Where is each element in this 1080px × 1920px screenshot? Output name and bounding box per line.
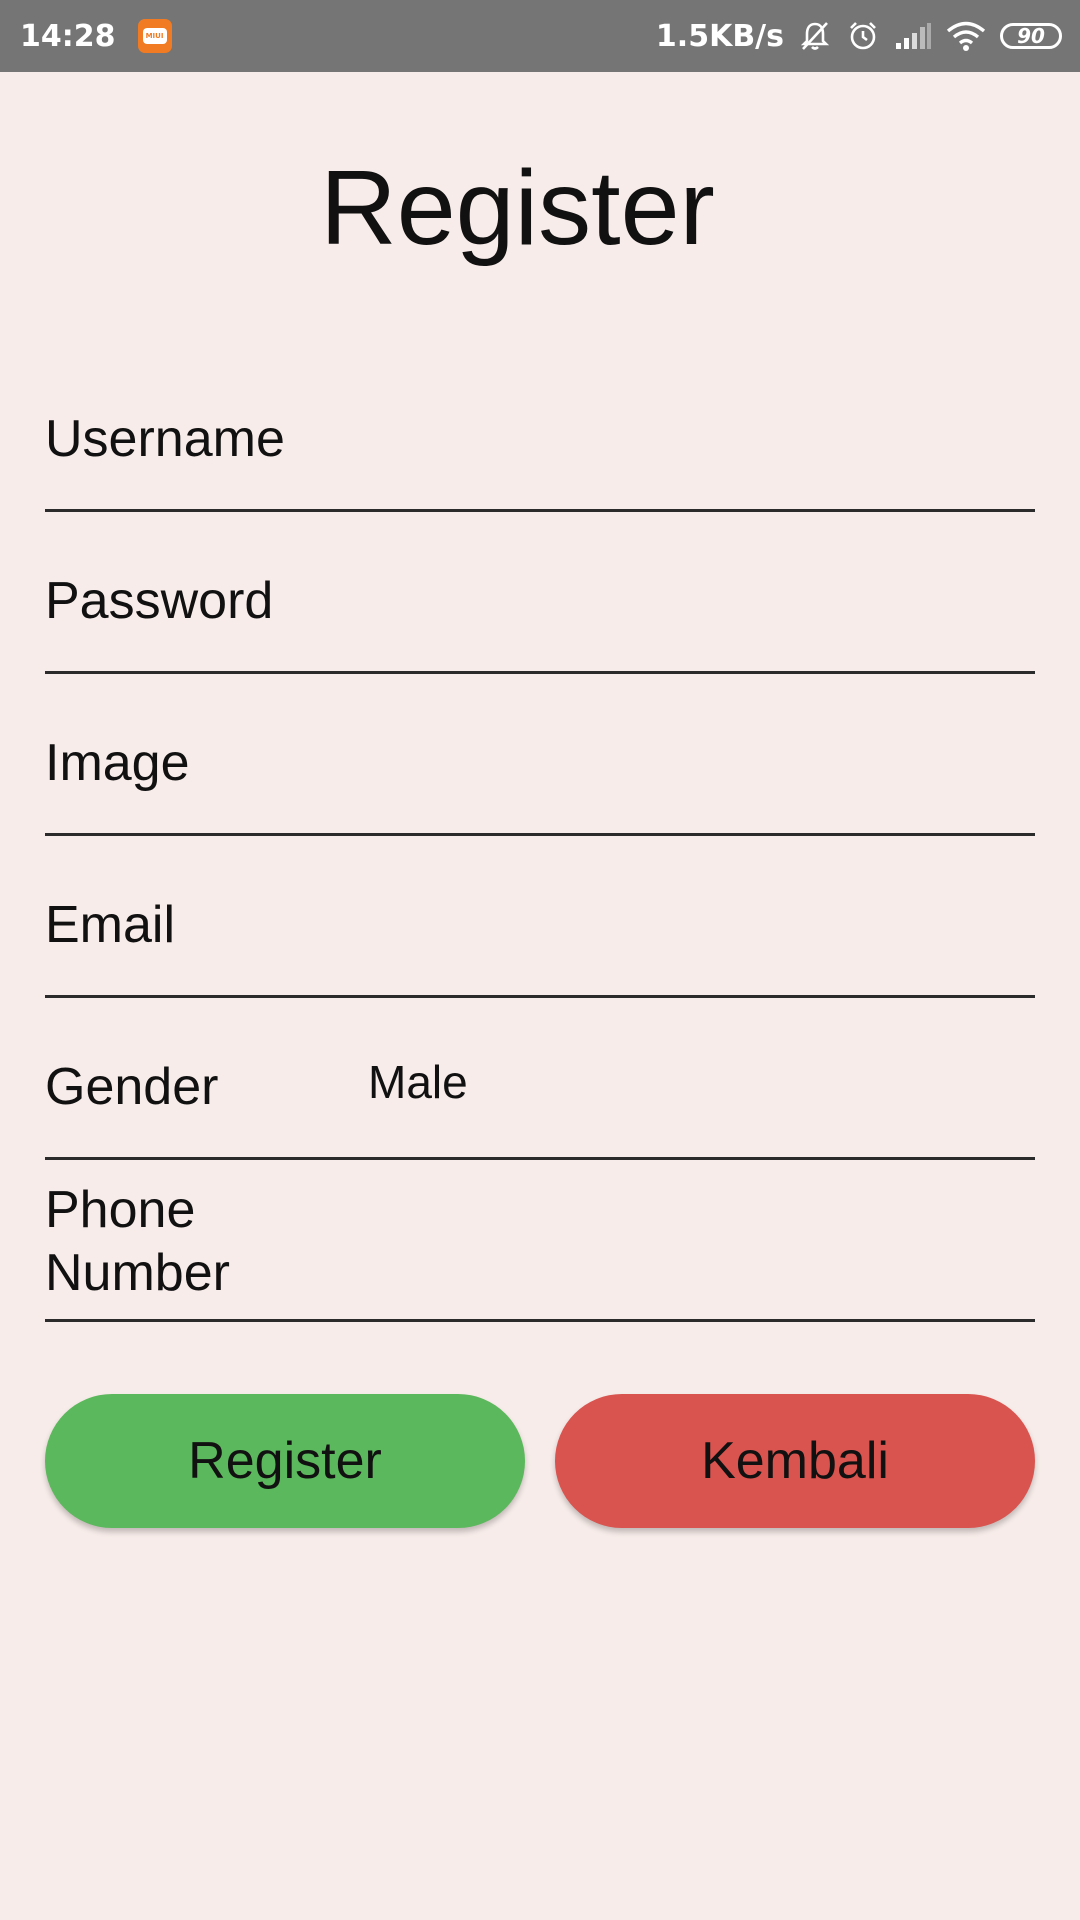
- status-bar: 14:28 MIUI 1.5KB/s 90: [0, 0, 1080, 72]
- status-icons: 1.5KB/s 90: [656, 19, 1062, 54]
- page-title: Register: [320, 149, 715, 267]
- username-row: Username: [45, 350, 1035, 512]
- bell-muted-icon: [798, 19, 832, 53]
- network-speed: 1.5KB/s: [655, 18, 784, 54]
- gender-label: Gender: [45, 1058, 219, 1116]
- alarm-icon: [846, 19, 880, 53]
- phone-label: Phone Number: [45, 1181, 230, 1302]
- password-label: Password: [45, 572, 274, 630]
- back-button[interactable]: Kembali: [555, 1394, 1035, 1528]
- battery-icon: 90: [1000, 23, 1062, 49]
- gender-spinner[interactable]: Male: [368, 1055, 468, 1109]
- password-input[interactable]: [335, 569, 1035, 641]
- email-input[interactable]: [335, 893, 1035, 965]
- battery-level: 90: [1017, 24, 1045, 48]
- miui-badge-text: MIUI: [142, 28, 167, 44]
- phone-input[interactable]: [335, 1217, 1035, 1289]
- status-time: 14:28: [20, 18, 116, 54]
- miui-message-icon: MIUI: [137, 19, 172, 53]
- phone-row: Phone Number: [45, 1160, 1035, 1322]
- register-button[interactable]: Register: [45, 1394, 525, 1528]
- action-buttons: Register Kembali: [45, 1394, 1035, 1528]
- gender-row: Gender Male: [45, 998, 1035, 1160]
- image-input[interactable]: [335, 731, 1035, 803]
- register-form: Username Password Image Email Gender Mal…: [45, 350, 1035, 1322]
- image-row: Image: [45, 674, 1035, 836]
- wifi-icon: [946, 20, 986, 52]
- username-input[interactable]: [335, 407, 1035, 479]
- username-label: Username: [45, 410, 285, 468]
- signal-icon: [894, 21, 932, 51]
- password-row: Password: [45, 512, 1035, 674]
- email-row: Email: [45, 836, 1035, 998]
- image-label: Image: [45, 734, 190, 792]
- email-label: Email: [45, 896, 176, 954]
